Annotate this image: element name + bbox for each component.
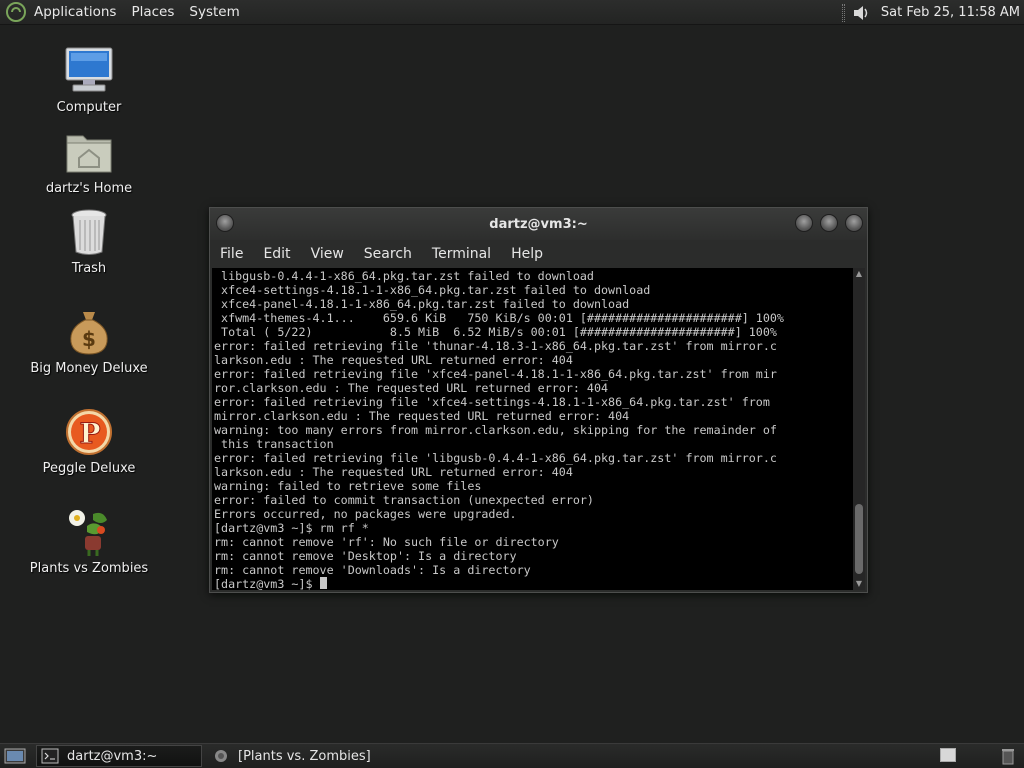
- menu-help[interactable]: Help: [511, 246, 543, 262]
- desktop-icon-label: Computer: [56, 100, 122, 115]
- trash-icon: [71, 209, 107, 255]
- terminal-line: warning: failed to retrieve some files: [214, 479, 482, 493]
- svg-text:P: P: [79, 417, 100, 450]
- terminal-line: larkson.edu : The requested URL returned…: [214, 465, 573, 479]
- desktop-icon-label: Trash: [71, 261, 107, 276]
- terminal-line: rm: cannot remove 'Desktop': Is a direct…: [214, 549, 517, 563]
- terminal-lines: libgusb-0.4.4-1-x86_64.pkg.tar.zst faile…: [212, 268, 853, 590]
- terminal-line: error: failed retrieving file 'xfce4-pan…: [214, 367, 777, 381]
- menu-terminal[interactable]: Terminal: [432, 246, 491, 262]
- terminal-output[interactable]: libgusb-0.4.4-1-x86_64.pkg.tar.zst faile…: [212, 268, 853, 590]
- terminal-line: mirror.clarkson.edu : The requested URL …: [214, 409, 630, 423]
- applications-menu[interactable]: Applications: [34, 4, 116, 20]
- terminal-line: rm: cannot remove 'rf': No such file or …: [214, 535, 559, 549]
- terminal-line: error: failed retrieving file 'thunar-4.…: [214, 339, 777, 353]
- close-button[interactable]: [845, 214, 863, 232]
- desktop-icon-label: dartz's Home: [45, 181, 133, 196]
- peggle-icon: P: [66, 409, 112, 455]
- terminal-line: xfce4-panel-4.18.1-1-x86_64.pkg.tar.zst …: [214, 297, 630, 311]
- desktop-icon-big-money[interactable]: $ Big Money Deluxe: [14, 306, 164, 376]
- text-cursor: [319, 577, 327, 589]
- volume-icon[interactable]: [851, 3, 871, 23]
- svg-text:$: $: [82, 327, 96, 351]
- terminal-line: xfwm4-themes-4.1... 659.6 KiB 750 KiB/s …: [214, 311, 784, 325]
- panel-separator: [841, 3, 845, 22]
- home-folder-icon: [66, 135, 112, 173]
- trash-applet-icon[interactable]: [1000, 747, 1016, 765]
- desktop-icon-home[interactable]: dartz's Home: [14, 126, 164, 196]
- maximize-button[interactable]: [820, 214, 838, 232]
- scroll-up-icon[interactable]: ▲: [853, 268, 865, 280]
- terminal-scrollbar[interactable]: ▲ ▼: [853, 268, 865, 590]
- window-title: dartz@vm3:~: [489, 216, 588, 232]
- system-menu[interactable]: System: [189, 4, 239, 20]
- places-menu[interactable]: Places: [131, 4, 174, 20]
- clock[interactable]: Sat Feb 25, 11:58 AM: [881, 5, 1020, 20]
- terminal-line: libgusb-0.4.4-1-x86_64.pkg.tar.zst faile…: [214, 269, 594, 283]
- top-panel: Applications Places System Sat Feb 25, 1…: [0, 0, 1024, 25]
- terminal-line: Total ( 5/22) 8.5 MiB 6.52 MiB/s 00:01 […: [214, 325, 777, 339]
- menu-search[interactable]: Search: [364, 246, 412, 262]
- window-titlebar[interactable]: dartz@vm3:~: [210, 208, 867, 240]
- money-bag-icon: $: [70, 312, 108, 355]
- plants-vs-zombies-icon: [215, 750, 227, 762]
- desktop-icon-label: Plants vs Zombies: [29, 561, 149, 576]
- terminal-prompt[interactable]: [dartz@vm3 ~]$: [214, 577, 853, 590]
- terminal-line: error: failed retrieving file 'libgusb-0…: [214, 451, 777, 465]
- top-panel-tray: Sat Feb 25, 11:58 AM: [841, 0, 1020, 25]
- menu-file[interactable]: File: [220, 246, 243, 262]
- scroll-down-icon[interactable]: ▼: [853, 578, 865, 590]
- menu-view[interactable]: View: [311, 246, 344, 262]
- terminal-line: error: failed to commit transaction (une…: [214, 493, 594, 507]
- taskbar-item-plants-vs-zombies[interactable]: [Plants vs. Zombies]: [208, 745, 371, 767]
- desktop-icon-trash[interactable]: Trash: [14, 206, 164, 276]
- desktop-icon-label: Big Money Deluxe: [30, 361, 148, 376]
- desktop-icon-computer[interactable]: Computer: [14, 45, 164, 115]
- terminal-window[interactable]: dartz@vm3:~ File Edit View Search Termin…: [209, 207, 868, 593]
- taskbar-item-terminal[interactable]: dartz@vm3:~: [36, 745, 202, 767]
- terminal-menubar: File Edit View Search Terminal Help: [210, 240, 867, 268]
- terminal-line: ror.clarkson.edu : The requested URL ret…: [214, 381, 609, 395]
- plants-vs-zombies-icon: [69, 510, 107, 556]
- terminal-line: rm: cannot remove 'Downloads': Is a dire…: [214, 563, 531, 577]
- terminal-line: larkson.edu : The requested URL returned…: [214, 353, 573, 367]
- terminal-line: xfce4-settings-4.18.1-1-x86_64.pkg.tar.z…: [214, 283, 651, 297]
- terminal-line: [dartz@vm3 ~]$ rm rf *: [214, 521, 369, 535]
- mate-logo-icon[interactable]: [5, 1, 27, 23]
- desktop-icon-peggle[interactable]: P Peggle Deluxe: [14, 406, 164, 476]
- window-controls: [795, 214, 863, 232]
- scroll-thumb[interactable]: [855, 504, 863, 574]
- taskbar-item-label: dartz@vm3:~: [67, 748, 158, 764]
- terminal-line: error: failed retrieving file 'xfce4-set…: [214, 395, 770, 409]
- computer-icon: [65, 47, 113, 92]
- terminal-line: warning: too many errors from mirror.cla…: [214, 423, 777, 437]
- taskbar-item-label: [Plants vs. Zombies]: [238, 748, 371, 764]
- terminal-icon: [41, 748, 59, 764]
- menu-edit[interactable]: Edit: [263, 246, 290, 262]
- terminal-line: this transaction: [214, 437, 334, 451]
- minimize-button[interactable]: [795, 214, 813, 232]
- desktop-icon-plants-vs-zombies[interactable]: Plants vs Zombies: [14, 506, 164, 576]
- terminal-line: Errors occurred, no packages were upgrad…: [214, 507, 517, 521]
- workspace-switcher[interactable]: [940, 748, 956, 762]
- bottom-panel: dartz@vm3:~ [Plants vs. Zombies]: [0, 743, 1024, 768]
- desktop-icon-label: Peggle Deluxe: [42, 461, 136, 476]
- show-desktop-icon[interactable]: [4, 747, 26, 765]
- window-menu-button[interactable]: [216, 214, 234, 232]
